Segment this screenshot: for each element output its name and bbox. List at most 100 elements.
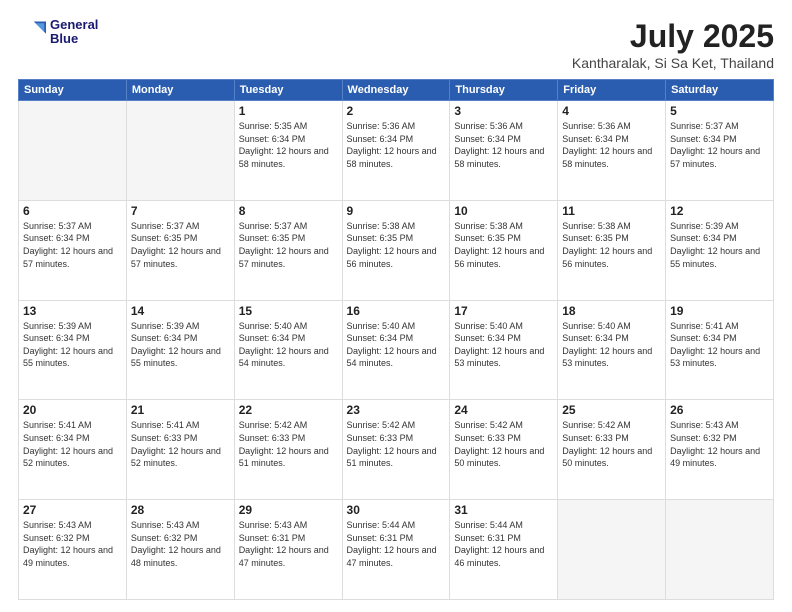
day-info: Sunrise: 5:43 AMSunset: 6:32 PMDaylight:… [131, 519, 230, 569]
logo-icon [18, 18, 46, 46]
calendar-cell: 23Sunrise: 5:42 AMSunset: 6:33 PMDayligh… [342, 400, 450, 500]
day-info: Sunrise: 5:38 AMSunset: 6:35 PMDaylight:… [454, 220, 553, 270]
calendar-cell: 9 Sunrise: 5:38 AMSunset: 6:35 PMDaylight… [342, 200, 450, 300]
day-info: Sunrise: 5:42 AMSunset: 6:33 PMDaylight:… [562, 419, 661, 469]
day-number: 1 [239, 104, 338, 118]
weekday-header: Wednesday [342, 80, 450, 101]
day-number: 5 [670, 104, 769, 118]
day-info: Sunrise: 5:44 AMSunset: 6:31 PMDaylight:… [454, 519, 553, 569]
calendar-cell: 24 Sunrise: 5:42 AMSunset: 6:33 PMDayligh… [450, 400, 558, 500]
day-info: Sunrise: 5:39 AMSunset: 6:34 PMDaylight:… [670, 220, 769, 270]
calendar-week-row: 1 Sunrise: 5:35 AMSunset: 6:34 PMDaylight… [19, 101, 774, 201]
day-info: Sunrise: 5:40 AMSunset: 6:34 PMDaylight:… [347, 320, 446, 370]
day-info: Sunrise: 5:40 AMSunset: 6:34 PMDaylight:… [239, 320, 338, 370]
day-info: Sunrise: 5:42 AMSunset: 6:33 PMDaylight:… [239, 419, 338, 469]
day-info: Sunrise: 5:41 AMSunset: 6:34 PMDaylight:… [670, 320, 769, 370]
calendar-cell: 16 Sunrise: 5:40 AMSunset: 6:34 PMDayligh… [342, 300, 450, 400]
day-info: Sunrise: 5:37 AMSunset: 6:35 PMDaylight:… [131, 220, 230, 270]
calendar-cell: 8 Sunrise: 5:37 AMSunset: 6:35 PMDaylight… [234, 200, 342, 300]
day-info: Sunrise: 5:38 AMSunset: 6:35 PMDaylight:… [347, 220, 446, 270]
day-info: Sunrise: 5:42 AMSunset: 6:33 PMDaylight:… [454, 419, 553, 469]
header: General Blue July 2025 Kantharalak, Si S… [18, 18, 774, 71]
page: General Blue July 2025 Kantharalak, Si S… [0, 0, 792, 612]
day-info: Sunrise: 5:39 AMSunset: 6:34 PMDaylight:… [131, 320, 230, 370]
day-info: Sunrise: 5:43 AMSunset: 6:32 PMDaylight:… [23, 519, 122, 569]
calendar-cell: 3 Sunrise: 5:36 AMSunset: 6:34 PMDaylight… [450, 101, 558, 201]
day-info: Sunrise: 5:40 AMSunset: 6:34 PMDaylight:… [454, 320, 553, 370]
calendar-cell: 13 Sunrise: 5:39 AMSunset: 6:34 PMDayligh… [19, 300, 127, 400]
day-number: 9 [347, 204, 446, 218]
logo-line2: Blue [50, 32, 98, 46]
calendar-week-row: 6Sunrise: 5:37 AMSunset: 6:34 PMDaylight… [19, 200, 774, 300]
weekday-header: Monday [126, 80, 234, 101]
day-number: 24 [454, 403, 553, 417]
calendar-cell: 4Sunrise: 5:36 AMSunset: 6:34 PMDaylight… [558, 101, 666, 201]
calendar-cell [666, 500, 774, 600]
calendar-cell: 19 Sunrise: 5:41 AMSunset: 6:34 PMDayligh… [666, 300, 774, 400]
day-number: 14 [131, 304, 230, 318]
day-number: 27 [23, 503, 122, 517]
day-info: Sunrise: 5:44 AMSunset: 6:31 PMDaylight:… [347, 519, 446, 569]
calendar-cell: 5Sunrise: 5:37 AMSunset: 6:34 PMDaylight… [666, 101, 774, 201]
calendar-cell: 31Sunrise: 5:44 AMSunset: 6:31 PMDayligh… [450, 500, 558, 600]
weekday-header: Friday [558, 80, 666, 101]
calendar-table: SundayMondayTuesdayWednesdayThursdayFrid… [18, 79, 774, 600]
day-info: Sunrise: 5:37 AMSunset: 6:34 PMDaylight:… [23, 220, 122, 270]
day-info: Sunrise: 5:36 AMSunset: 6:34 PMDaylight:… [347, 120, 446, 170]
day-info: Sunrise: 5:43 AMSunset: 6:32 PMDaylight:… [670, 419, 769, 469]
calendar-cell [558, 500, 666, 600]
calendar-cell: 25 Sunrise: 5:42 AMSunset: 6:33 PMDayligh… [558, 400, 666, 500]
day-number: 30 [347, 503, 446, 517]
calendar-cell: 2 Sunrise: 5:36 AMSunset: 6:34 PMDaylight… [342, 101, 450, 201]
calendar-cell: 17 Sunrise: 5:40 AMSunset: 6:34 PMDayligh… [450, 300, 558, 400]
title-area: July 2025 Kantharalak, Si Sa Ket, Thaila… [572, 18, 774, 71]
day-number: 10 [454, 204, 553, 218]
day-number: 18 [562, 304, 661, 318]
day-number: 8 [239, 204, 338, 218]
day-info: Sunrise: 5:37 AMSunset: 6:35 PMDaylight:… [239, 220, 338, 270]
day-number: 29 [239, 503, 338, 517]
day-info: Sunrise: 5:39 AMSunset: 6:34 PMDaylight:… [23, 320, 122, 370]
day-number: 17 [454, 304, 553, 318]
calendar-cell: 28Sunrise: 5:43 AMSunset: 6:32 PMDayligh… [126, 500, 234, 600]
calendar-cell: 11Sunrise: 5:38 AMSunset: 6:35 PMDayligh… [558, 200, 666, 300]
day-number: 25 [562, 403, 661, 417]
main-title: July 2025 [572, 18, 774, 55]
calendar-cell: 14 Sunrise: 5:39 AMSunset: 6:34 PMDayligh… [126, 300, 234, 400]
day-number: 3 [454, 104, 553, 118]
weekday-header: Saturday [666, 80, 774, 101]
day-info: Sunrise: 5:38 AMSunset: 6:35 PMDaylight:… [562, 220, 661, 270]
logo: General Blue [18, 18, 98, 47]
logo-line1: General [50, 18, 98, 32]
day-number: 2 [347, 104, 446, 118]
day-number: 15 [239, 304, 338, 318]
weekday-header: Sunday [19, 80, 127, 101]
calendar-cell: 26 Sunrise: 5:43 AMSunset: 6:32 PMDayligh… [666, 400, 774, 500]
calendar-cell: 15 Sunrise: 5:40 AMSunset: 6:34 PMDayligh… [234, 300, 342, 400]
calendar-cell: 18Sunrise: 5:40 AMSunset: 6:34 PMDayligh… [558, 300, 666, 400]
day-number: 4 [562, 104, 661, 118]
day-info: Sunrise: 5:41 AMSunset: 6:34 PMDaylight:… [23, 419, 122, 469]
calendar-cell: 30 Sunrise: 5:44 AMSunset: 6:31 PMDayligh… [342, 500, 450, 600]
day-number: 26 [670, 403, 769, 417]
calendar-header: SundayMondayTuesdayWednesdayThursdayFrid… [19, 80, 774, 101]
logo-text: General Blue [50, 18, 98, 47]
day-info: Sunrise: 5:36 AMSunset: 6:34 PMDaylight:… [454, 120, 553, 170]
weekday-header: Tuesday [234, 80, 342, 101]
weekday-row: SundayMondayTuesdayWednesdayThursdayFrid… [19, 80, 774, 101]
day-number: 7 [131, 204, 230, 218]
calendar-cell: 12 Sunrise: 5:39 AMSunset: 6:34 PMDayligh… [666, 200, 774, 300]
day-info: Sunrise: 5:42 AMSunset: 6:33 PMDaylight:… [347, 419, 446, 469]
day-number: 13 [23, 304, 122, 318]
day-number: 12 [670, 204, 769, 218]
day-info: Sunrise: 5:35 AMSunset: 6:34 PMDaylight:… [239, 120, 338, 170]
calendar-week-row: 27 Sunrise: 5:43 AMSunset: 6:32 PMDayligh… [19, 500, 774, 600]
calendar-cell [126, 101, 234, 201]
subtitle: Kantharalak, Si Sa Ket, Thailand [572, 55, 774, 71]
day-number: 16 [347, 304, 446, 318]
calendar-cell: 10 Sunrise: 5:38 AMSunset: 6:35 PMDayligh… [450, 200, 558, 300]
calendar-cell [19, 101, 127, 201]
day-number: 21 [131, 403, 230, 417]
day-number: 19 [670, 304, 769, 318]
calendar-cell: 1 Sunrise: 5:35 AMSunset: 6:34 PMDaylight… [234, 101, 342, 201]
